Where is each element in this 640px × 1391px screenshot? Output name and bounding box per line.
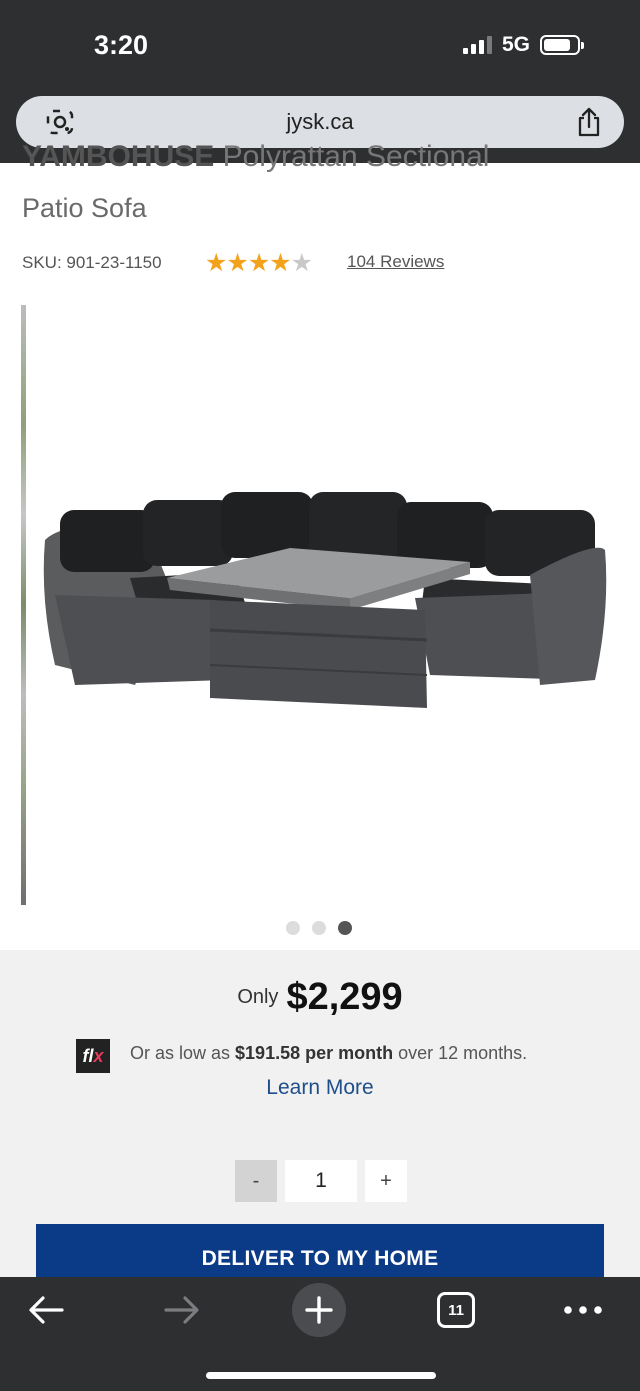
arrow-left-icon [29,1296,64,1324]
more-dots-icon [564,1306,602,1314]
new-tab-button[interactable] [292,1283,346,1337]
product-title-line1: YAMBOHUSE Polyrattan Sectional [22,140,490,173]
more-menu-button[interactable] [560,1287,606,1333]
price-panel: Only $2,299 flx Or as low as $191.58 per … [0,950,640,1280]
arrow-right-icon [164,1296,199,1324]
back-button[interactable] [24,1287,68,1333]
quantity-input[interactable] [285,1160,357,1202]
flexiti-logo: flx [76,1039,110,1073]
product-sku: SKU: 901-23-1150 [22,253,162,272]
price-value: $2,299 [286,976,403,1018]
quantity-stepper: - + [235,1160,407,1202]
product-gallery[interactable] [0,305,640,910]
product-title-line2: Patio Sofa [22,193,147,223]
previous-image-peek[interactable] [21,305,26,905]
page: 3:20 5G jysk.ca YAMBOHUSE Polyrattan Sec… [0,0,640,1391]
financing-text: Or as low as $191.58 per month over 12 m… [130,1043,528,1063]
signal-icon [462,36,492,54]
price-line: Only $2,299 [0,976,640,1019]
price-prefix: Only [237,986,279,1008]
forward-button[interactable] [160,1287,204,1333]
product-image[interactable] [35,480,607,735]
browser-top-chrome: 3:20 5G jysk.ca [0,0,640,163]
plus-icon [305,1296,333,1324]
home-indicator[interactable] [206,1372,436,1379]
browser-bottom-toolbar: 11 [0,1277,640,1391]
deliver-to-home-button[interactable]: DELIVER TO MY HOME [36,1224,604,1280]
gallery-dot[interactable] [312,921,326,935]
status-time: 3:20 [94,30,149,60]
quantity-increase-button[interactable]: + [365,1160,407,1202]
network-label: 5G [501,33,530,56]
rating-stars: ★★★★★ [205,249,313,277]
gallery-dot-active[interactable] [338,921,352,935]
quantity-decrease-button[interactable]: - [235,1160,277,1202]
share-icon[interactable] [576,107,602,137]
gallery-dot[interactable] [286,921,300,935]
tab-switcher-button[interactable]: 11 [437,1292,475,1328]
status-indicators: 5G [462,33,584,57]
learn-more-link[interactable]: Learn More [0,1076,640,1100]
battery-icon [540,35,584,55]
reviews-link[interactable]: 104 Reviews [347,252,444,272]
gallery-pagination [286,921,352,935]
